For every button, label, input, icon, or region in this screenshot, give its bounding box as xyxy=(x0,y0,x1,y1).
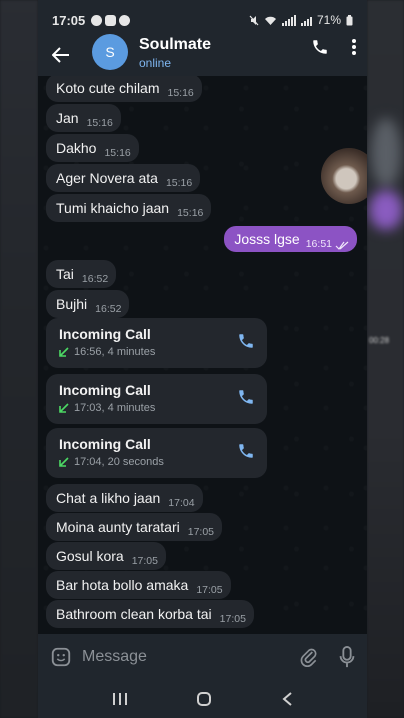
sticker-image[interactable] xyxy=(321,148,367,204)
contact-name: Soulmate xyxy=(139,36,212,53)
message-input[interactable]: Message xyxy=(82,648,147,666)
phone-call-button[interactable] xyxy=(311,38,329,56)
status-bar: 17:05 71% xyxy=(38,0,367,40)
call-bubble[interactable]: Incoming Call 16:56, 4 minutes xyxy=(46,318,267,368)
message-bubble[interactable]: Gosul kora 17:05 xyxy=(46,542,166,570)
message-bubble[interactable]: Koto cute chilam 15:16 xyxy=(46,76,202,102)
contact-status: online xyxy=(139,56,172,70)
android-nav-bar xyxy=(38,680,367,718)
message-bubble[interactable]: Dakho 15:16 xyxy=(46,134,139,162)
message-bubble[interactable]: Tumi khaicho jaan 15:16 xyxy=(46,194,212,222)
phone-screen: 17:05 71% S Soulmate online Koto cute ch… xyxy=(38,0,367,718)
status-time: 17:05 xyxy=(52,12,86,28)
call-bubble[interactable]: Incoming Call 17:04, 20 seconds xyxy=(46,428,267,478)
message-bubble[interactable]: Tai 16:52 xyxy=(46,260,117,288)
wifi-icon xyxy=(264,16,276,25)
call-bubble[interactable]: Incoming Call 17:03, 4 minutes xyxy=(46,374,267,424)
message-bubble[interactable]: Jan 15:16 xyxy=(46,104,121,132)
avatar[interactable]: S xyxy=(92,34,128,70)
chat-header: S Soulmate online xyxy=(38,34,367,76)
incoming-call-arrow-icon xyxy=(59,347,69,357)
message-bubble[interactable]: Moina aunty taratari 17:05 xyxy=(46,513,223,541)
message-bubble[interactable]: Bar hota bollo amaka 17:05 xyxy=(46,571,231,599)
incoming-call-arrow-icon xyxy=(59,457,69,467)
message-bubble[interactable]: Chat a likho jaan 17:04 xyxy=(46,484,203,512)
call-back-button[interactable] xyxy=(237,332,255,350)
mute-icon xyxy=(249,15,259,25)
double-check-icon xyxy=(335,241,349,250)
microphone-button[interactable] xyxy=(339,646,355,668)
outgoing-message-bubble[interactable]: Josss lgse 16:51 xyxy=(224,226,357,252)
incoming-call-arrow-icon xyxy=(59,403,69,413)
sticker-emoji-button[interactable] xyxy=(50,646,72,668)
signal-icon-2 xyxy=(300,15,312,26)
video-blur-left xyxy=(0,0,38,718)
back-button[interactable] xyxy=(50,44,72,66)
back-nav-button[interactable] xyxy=(281,691,293,707)
message-bubble[interactable]: Bujhi 16:52 xyxy=(46,290,130,318)
recent-apps-button[interactable] xyxy=(112,692,128,706)
call-back-button[interactable] xyxy=(237,442,255,460)
attach-paperclip-button[interactable] xyxy=(299,646,319,668)
chat-notification-icon xyxy=(91,14,103,26)
signal-icon xyxy=(281,14,296,26)
arrow-left-icon xyxy=(52,47,69,63)
call-back-button[interactable] xyxy=(237,388,255,406)
battery-icon xyxy=(346,14,353,25)
video-timestamp: 00:28 xyxy=(369,336,390,345)
facebook-notification-icon xyxy=(119,14,131,26)
message-composer: Message xyxy=(38,634,367,680)
battery-percent: 71% xyxy=(316,13,341,27)
gallery-notification-icon xyxy=(105,14,117,26)
home-button[interactable] xyxy=(196,691,212,707)
video-blur-right: 00:28 xyxy=(367,0,404,718)
chat-title[interactable]: Soulmate online xyxy=(139,36,211,70)
message-list[interactable]: Koto cute chilam 15:16 Jan 15:16 Dakho 15:1… xyxy=(38,76,367,634)
more-menu-button[interactable] xyxy=(351,38,357,56)
message-bubble[interactable]: Ager Novera ata 15:16 xyxy=(46,164,201,192)
message-bubble[interactable]: Bathroom clean korba tai 17:05 xyxy=(46,600,254,628)
